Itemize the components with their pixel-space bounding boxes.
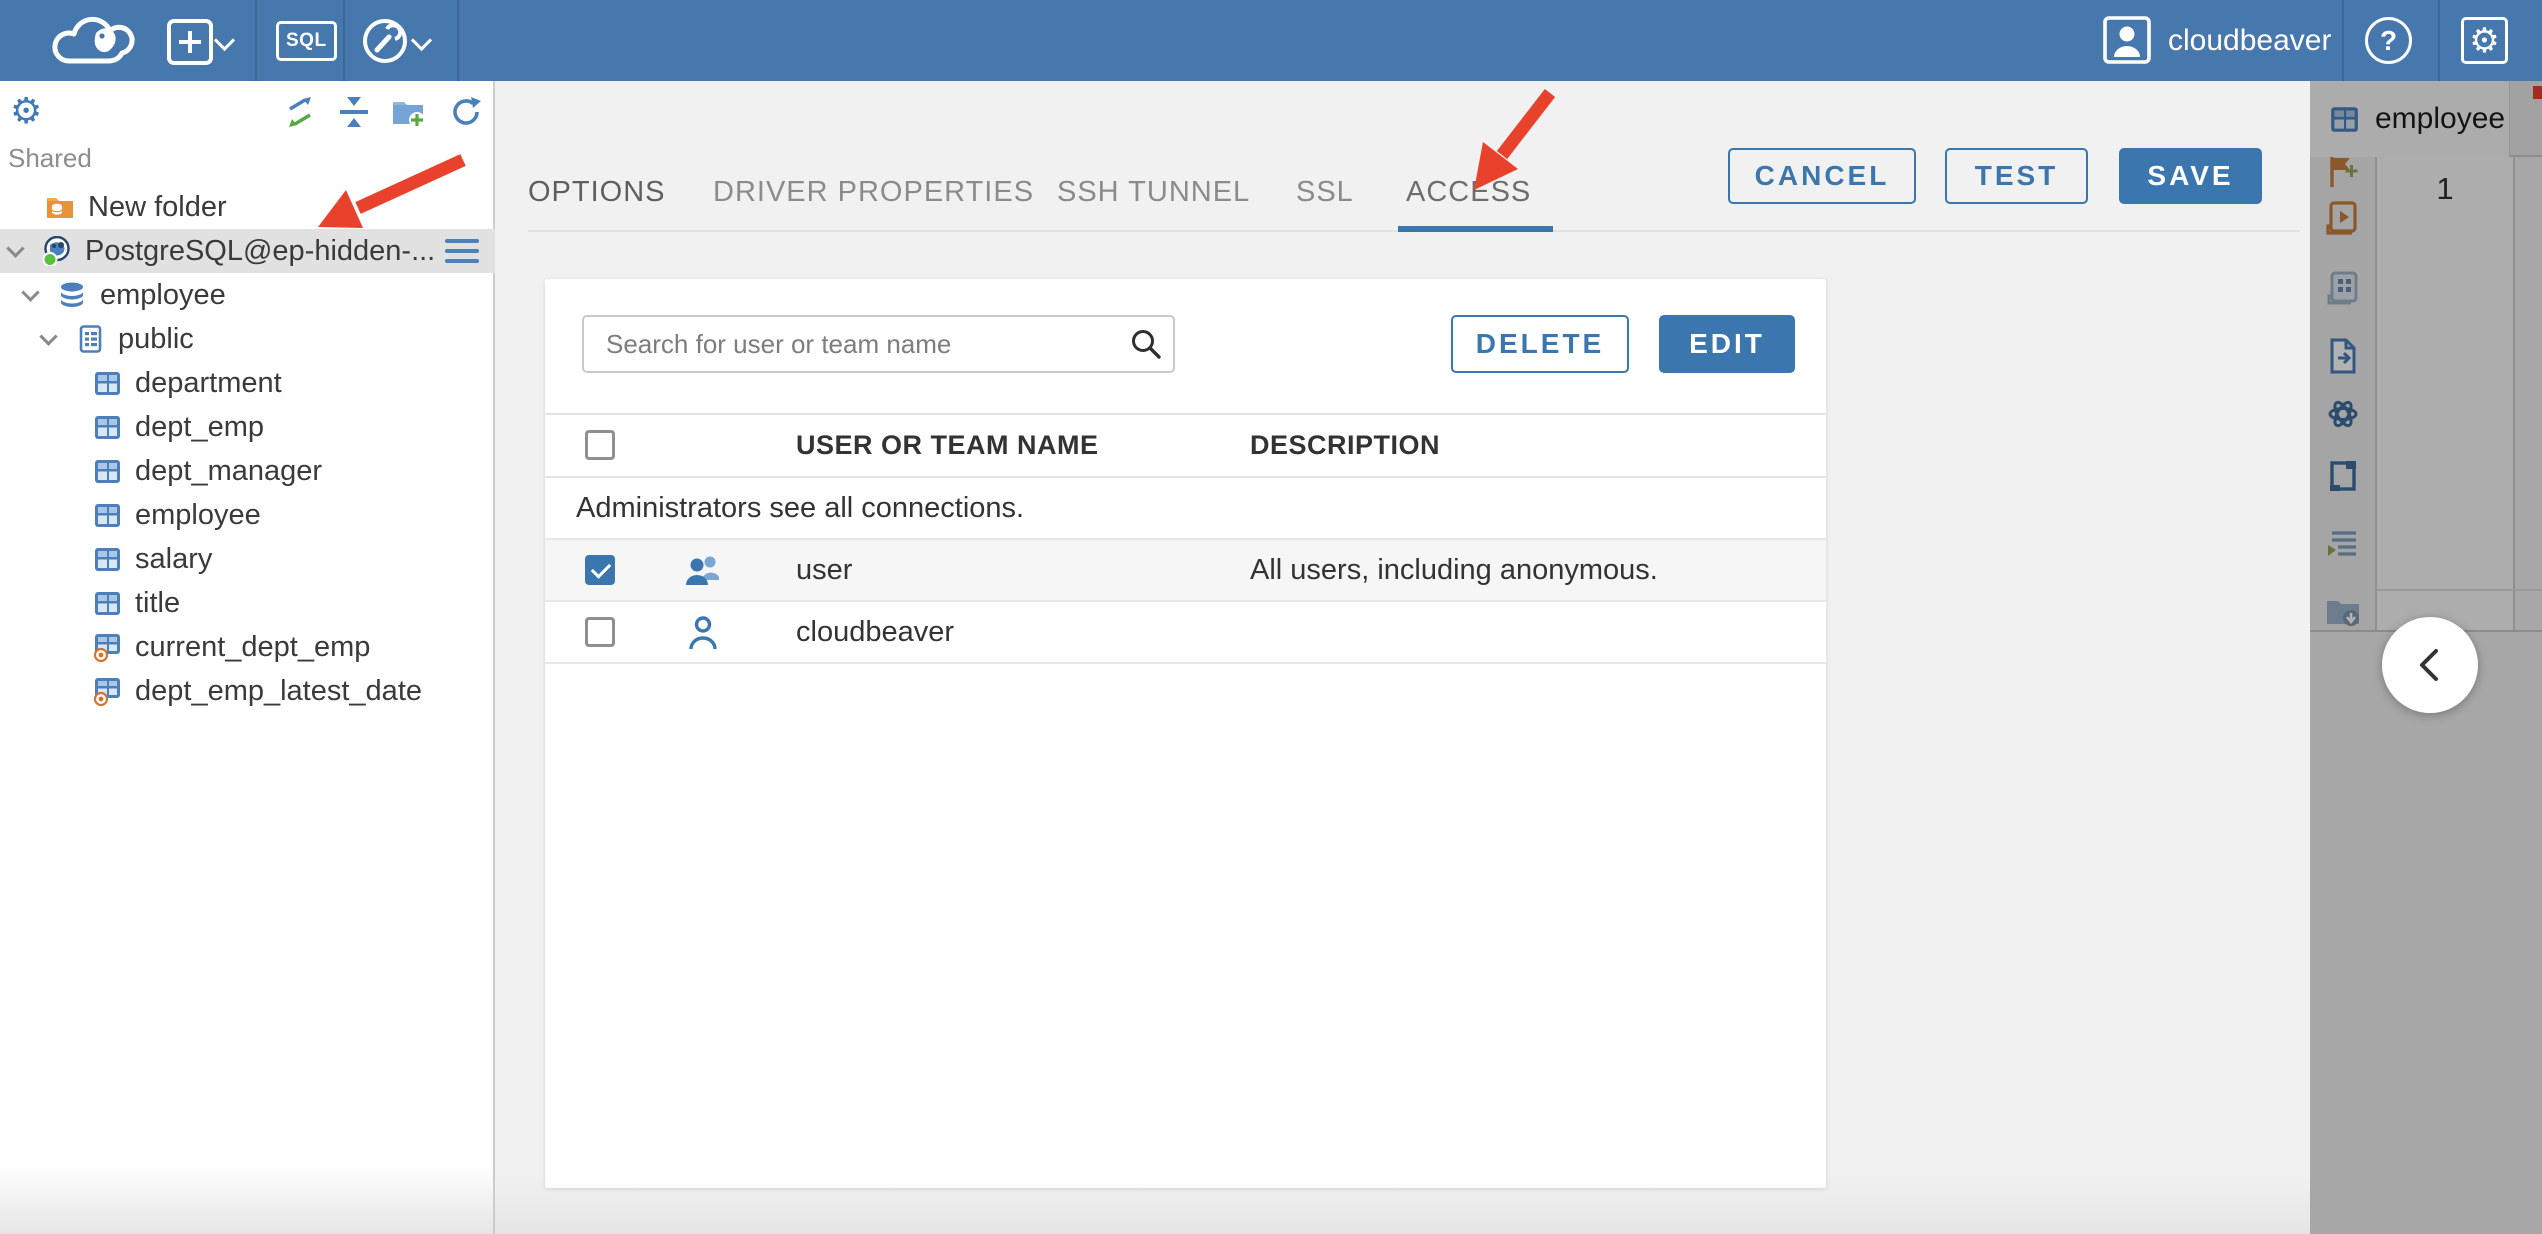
tree-item-label: dept_manager	[135, 454, 323, 487]
tree-item-dept_manager[interactable]: dept_manager	[0, 449, 495, 493]
chevron-down-icon[interactable]	[6, 238, 25, 258]
schema-icon	[79, 325, 102, 353]
tree-item-label: employee	[100, 278, 226, 311]
connection-edit-dialog: OPTIONS DRIVER PROPERTIES SSH TUNNEL SSL ACC…	[495, 81, 2310, 1234]
help-icon[interactable]: ?	[2365, 17, 2412, 64]
database-navigator: ⚙ Shared New folder PostgreSQL@ep-hidden-…	[0, 81, 495, 1234]
chevron-down-icon[interactable]	[39, 326, 58, 346]
tab-access[interactable]: ACCESS	[1406, 176, 1531, 209]
toolbar-separator	[2438, 0, 2440, 81]
row-name: user	[796, 554, 853, 586]
search-icon	[1132, 330, 1161, 359]
settings-gear-icon[interactable]: ⚙	[2461, 17, 2508, 64]
table-icon	[95, 416, 120, 439]
test-button[interactable]: TEST	[1945, 148, 2088, 204]
tree-item-label: dept_emp	[135, 410, 264, 443]
sql-editor-button[interactable]: SQL	[276, 21, 337, 61]
collapse-all-icon[interactable]	[337, 95, 371, 129]
save-button[interactable]: SAVE	[2119, 148, 2262, 204]
tree-item-salary[interactable]: salary	[0, 537, 495, 581]
tree-item-public[interactable]: public	[0, 317, 495, 361]
row-description: All users, including anonymous.	[1250, 554, 1658, 586]
tree-item-label: New folder	[88, 190, 227, 223]
tree-item-title[interactable]: title	[0, 581, 495, 625]
navigator-settings-icon[interactable]: ⚙	[10, 91, 42, 133]
tab-driver-properties[interactable]: DRIVER PROPERTIES	[713, 176, 1034, 209]
table-icon	[95, 592, 120, 615]
chevron-left-icon	[2420, 649, 2438, 681]
access-panel: DELETE EDIT USER OR TEAM NAME DESCRIPTIO…	[545, 279, 1826, 1188]
driver-manager-button[interactable]	[361, 17, 409, 65]
new-folder-icon[interactable]	[391, 95, 425, 129]
tab-ssh-tunnel[interactable]: SSH TUNNEL	[1057, 176, 1250, 209]
tab-options[interactable]: OPTIONS	[528, 176, 666, 209]
table-row-cloudbeaver[interactable]: cloudbeaver	[545, 602, 1826, 664]
tree-item-label: current_dept_emp	[135, 630, 371, 663]
row-checkbox[interactable]	[585, 617, 615, 647]
sidebar-scroll-shadow	[0, 1164, 493, 1234]
hamburger-menu-icon[interactable]	[445, 239, 479, 264]
table-header: USER OR TEAM NAME DESCRIPTION	[545, 413, 1826, 478]
toolbar-separator	[2342, 0, 2344, 81]
tree-item-label: public	[118, 322, 194, 355]
view-icon	[93, 634, 120, 662]
tree-item-label: dept_emp_latest_date	[135, 674, 422, 707]
chevron-down-icon[interactable]	[213, 29, 236, 52]
column-header-name: USER OR TEAM NAME	[796, 430, 1099, 460]
toolbar-separator	[457, 0, 459, 81]
cancel-button[interactable]: CANCEL	[1728, 148, 1916, 204]
tree-item-department[interactable]: department	[0, 361, 495, 405]
table-icon	[95, 548, 120, 571]
delete-button[interactable]: DELETE	[1451, 315, 1629, 373]
toolbar-separator	[255, 0, 257, 81]
tree-item-employee[interactable]: employee	[0, 273, 495, 317]
tree-item-new-folder[interactable]: New folder	[0, 185, 495, 229]
column-header-description: DESCRIPTION	[1250, 430, 1441, 460]
tree-item-employee[interactable]: employee	[0, 493, 495, 537]
view-icon	[93, 678, 120, 706]
search-input[interactable]	[582, 315, 1175, 373]
user-menu[interactable]: cloudbeaver	[2168, 0, 2331, 81]
table-icon	[95, 504, 120, 527]
toolbar-separator	[343, 0, 345, 81]
user-icon	[689, 616, 717, 650]
tree-item-label: department	[135, 366, 282, 399]
tree-item-label: PostgreSQL@ep-hidden-...	[85, 234, 436, 267]
table-row-user[interactable]: user All users, including anonymous.	[545, 540, 1826, 602]
tree-item-postgresql@ep-hidden-...[interactable]: PostgreSQL@ep-hidden-...	[0, 229, 495, 273]
row-name: cloudbeaver	[796, 616, 954, 648]
app-header: SQL cloudbeaver ? ⚙	[0, 0, 2542, 81]
admin-notice-row: Administrators see all connections.	[545, 478, 1826, 540]
postgres-icon	[42, 236, 70, 266]
access-table-rows: user All users, including anonymous. cloud…	[545, 540, 1826, 664]
tree-item-dept_emp_latest_date[interactable]: dept_emp_latest_date	[0, 669, 495, 713]
select-all-checkbox[interactable]	[585, 430, 615, 460]
folder-section-label: Shared	[8, 143, 92, 173]
tree-item-label: salary	[135, 542, 213, 575]
chevron-down-icon[interactable]	[410, 29, 433, 52]
table-icon	[95, 460, 120, 483]
chevron-down-icon[interactable]	[21, 282, 40, 302]
team-icon	[686, 556, 719, 585]
navigator-toolbar: ⚙	[0, 91, 495, 137]
admin-notice-text: Administrators see all connections.	[576, 492, 1025, 524]
avatar-icon[interactable]	[2103, 16, 2151, 64]
row-checkbox[interactable]	[585, 555, 615, 585]
cloudbeaver-logo	[52, 16, 135, 64]
tree-item-label: employee	[135, 498, 261, 531]
explorer-tree: New folder PostgreSQL@ep-hidden-... employ…	[0, 185, 495, 713]
tab-ssl[interactable]: SSL	[1296, 176, 1354, 209]
edit-button[interactable]: EDIT	[1659, 315, 1795, 373]
link-with-editor-icon[interactable]	[283, 95, 317, 129]
tree-item-label: title	[135, 586, 181, 619]
new-connection-button[interactable]	[167, 19, 213, 65]
gear-glyph: ⚙	[2469, 21, 2500, 61]
refresh-icon[interactable]	[449, 95, 483, 129]
tree-item-current_dept_emp[interactable]: current_dept_emp	[0, 625, 495, 669]
database-icon	[61, 282, 83, 307]
folder-database-icon	[47, 198, 73, 218]
table-icon	[95, 372, 120, 395]
collapse-panel-button[interactable]	[2382, 617, 2478, 713]
tree-item-dept_emp[interactable]: dept_emp	[0, 405, 495, 449]
